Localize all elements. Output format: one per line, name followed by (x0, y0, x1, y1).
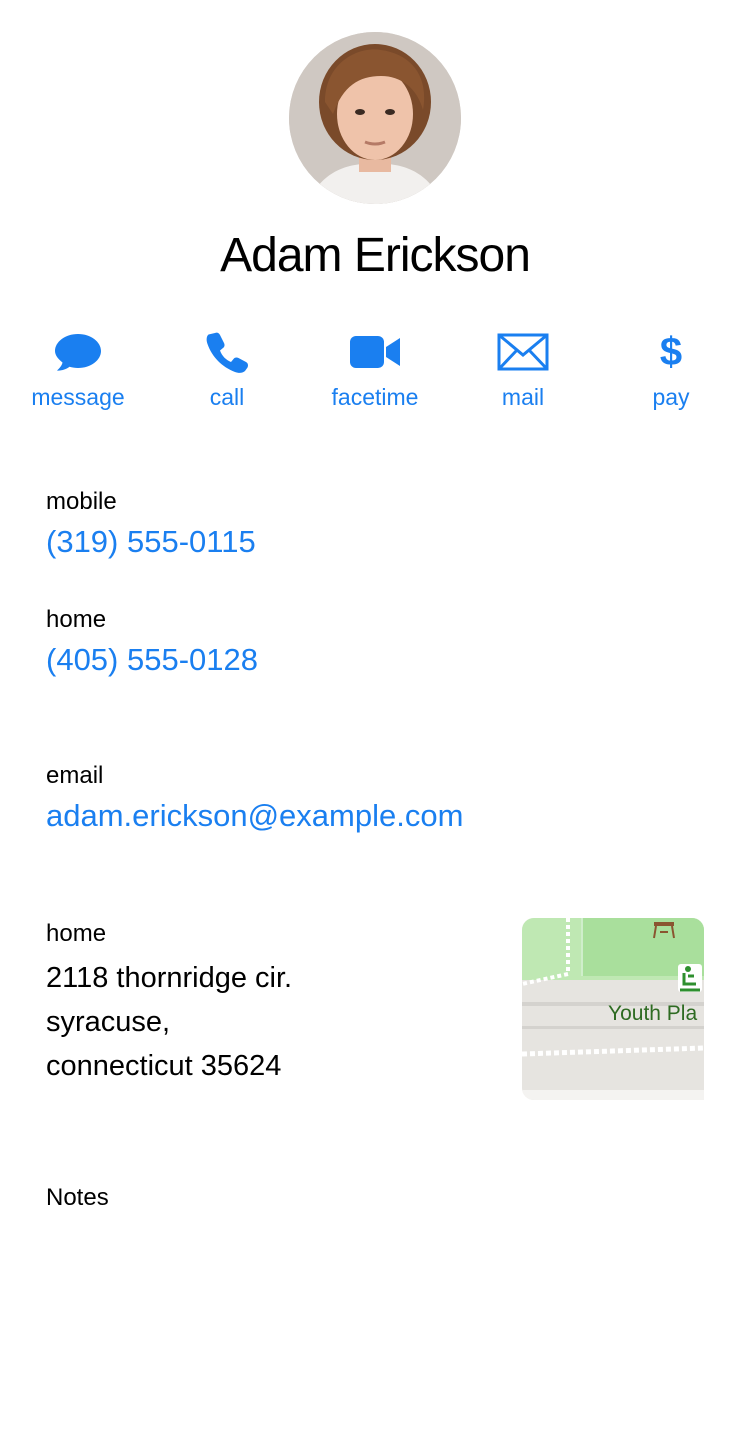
pay-button[interactable]: $ pay (601, 330, 741, 416)
home-number-link[interactable]: (405) 555-0128 (46, 642, 258, 678)
address-line-street[interactable]: 2118 thornridge cir. (46, 962, 292, 995)
address-line-state[interactable]: connecticut 35624 (46, 1050, 281, 1083)
map-thumbnail[interactable]: Youth Pla (522, 918, 704, 1100)
avatar-photo (289, 32, 461, 204)
notes-label[interactable]: Notes (46, 1184, 109, 1212)
home-phone-label: home (46, 606, 107, 633)
call-button[interactable]: call (157, 330, 297, 416)
action-label: message (31, 384, 125, 410)
email-label: email (46, 762, 104, 789)
map-place-label: Youth Pla (608, 1002, 698, 1025)
address-label: home (46, 920, 107, 947)
dollar-icon: $ (659, 329, 683, 374)
contact-name: Adam Erickson (220, 229, 531, 282)
facetime-button[interactable]: facetime (305, 330, 445, 416)
action-label: mail (501, 384, 545, 410)
message-button[interactable]: message (8, 330, 148, 416)
avatar (289, 32, 461, 204)
email-link[interactable]: adam.erickson@example.com (46, 798, 463, 834)
action-label: pay (652, 384, 690, 410)
envelope-icon (497, 330, 549, 374)
mail-button[interactable]: mail (453, 330, 593, 416)
message-bubble-icon (53, 330, 103, 374)
action-label: facetime (331, 384, 419, 410)
phone-icon (206, 330, 248, 374)
action-label: call (209, 384, 245, 410)
address-line-city[interactable]: syracuse, (46, 1006, 170, 1039)
action-row: message call facetime mail $ pay (0, 330, 750, 420)
mobile-number-link[interactable]: (319) 555-0115 (46, 524, 256, 560)
video-camera-icon (349, 330, 401, 374)
mobile-label: mobile (46, 488, 117, 515)
